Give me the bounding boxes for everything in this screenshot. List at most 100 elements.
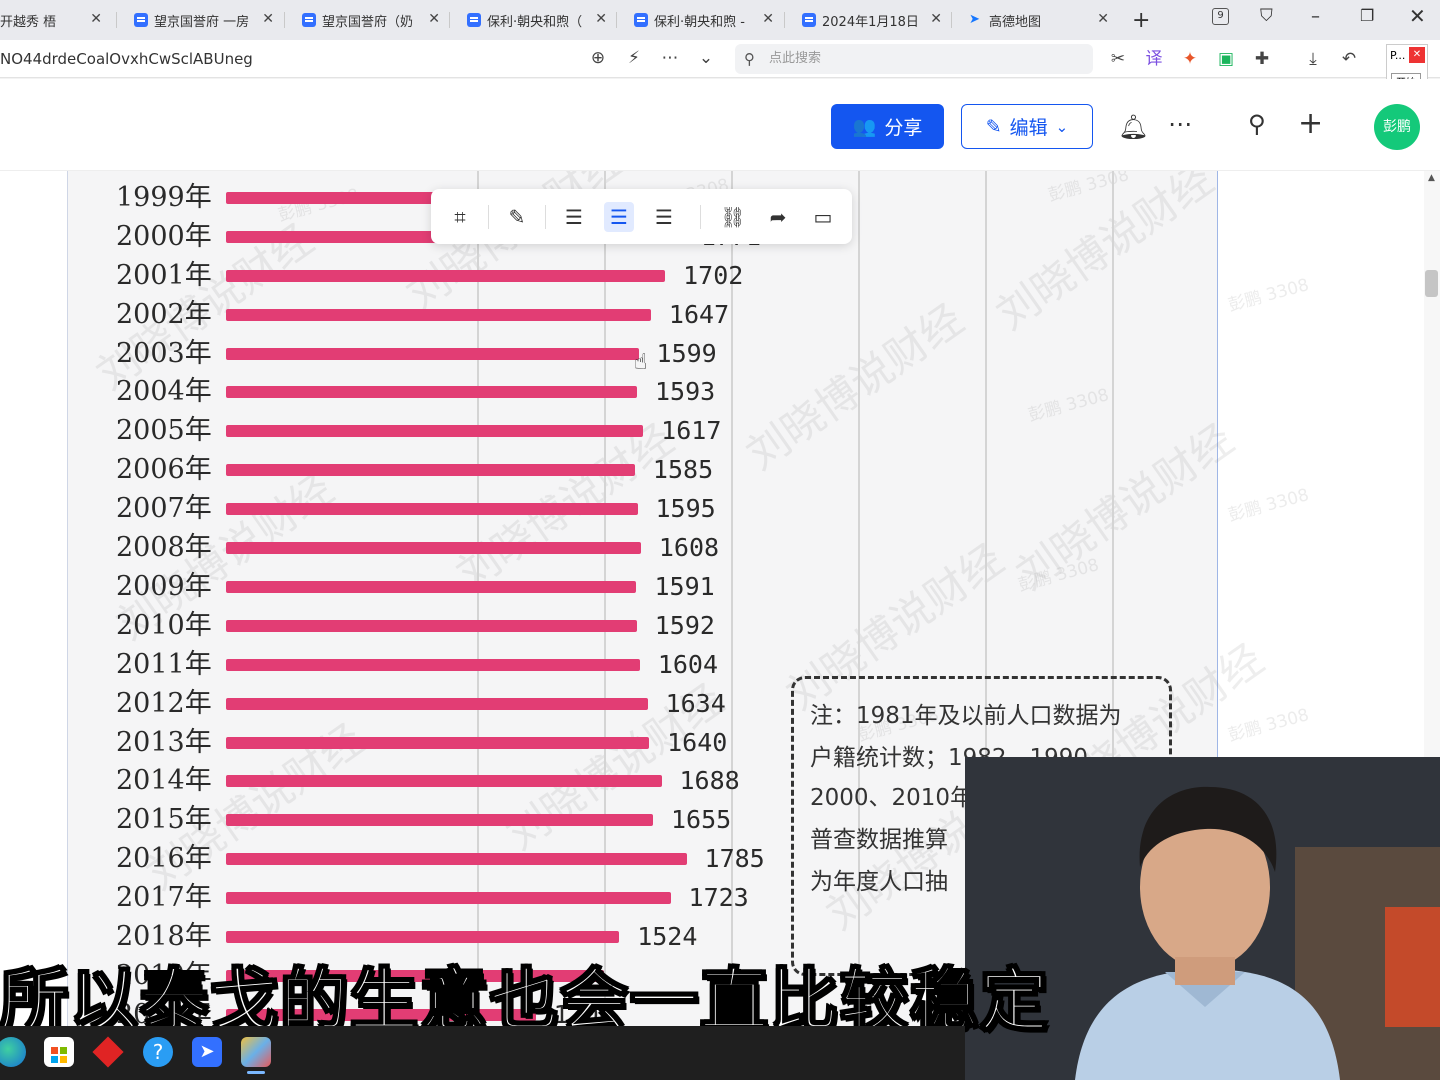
toolbar-separator — [488, 205, 489, 229]
browser-tab[interactable]: 保利·朝央和煦（ ✕ — [455, 4, 615, 36]
bar-value-label: 1595 — [655, 494, 716, 524]
translate-icon[interactable]: 译 — [1142, 47, 1166, 71]
app-red-icon[interactable] — [92, 1036, 124, 1068]
y-tick-label: 2004年 — [116, 376, 212, 408]
map-icon: ➤ — [969, 12, 980, 27]
store-icon[interactable] — [44, 1037, 74, 1067]
feishu-icon[interactable]: ➤ — [192, 1037, 222, 1067]
align-right-icon[interactable]: ☰ — [649, 202, 679, 232]
chevron-down-icon: ⌄ — [1055, 117, 1069, 136]
doc-icon — [634, 13, 648, 27]
more-icon[interactable]: ⋯ — [658, 46, 682, 70]
y-tick-label: 2005年 — [116, 415, 212, 447]
restore-icon[interactable]: ❐ — [1360, 6, 1374, 25]
game-icon[interactable]: ✦ — [1178, 47, 1202, 71]
doc-search-icon[interactable]: ⚲ — [1248, 110, 1266, 138]
share-label: 分享 — [884, 117, 923, 139]
zoom-icon[interactable]: ⊕ — [586, 46, 610, 70]
tab-label: 高德地图 — [989, 14, 1042, 30]
y-tick-label: 2000年 — [116, 220, 212, 252]
help-icon[interactable]: ? — [143, 1037, 173, 1067]
bar-value-label: 1785 — [704, 844, 765, 874]
pen-icon: ✎ — [985, 115, 1002, 138]
bar-value-label: 1604 — [657, 649, 719, 679]
browser-tab[interactable]: ➤ 高德地图 ✕ — [957, 4, 1117, 36]
paint-app-icon[interactable] — [241, 1037, 271, 1067]
toolbar-separator — [545, 205, 546, 229]
minimize-icon[interactable]: – — [1311, 6, 1320, 27]
doc-header — [0, 79, 1440, 171]
tab-label: 望京国誉府（奶 — [322, 14, 414, 30]
bell-icon[interactable]: 🔔︎ — [1118, 113, 1148, 141]
y-tick-label: 2002年 — [116, 298, 212, 330]
close-tab-icon[interactable]: ✕ — [262, 11, 274, 27]
crop-icon[interactable]: ⌗ — [445, 202, 475, 232]
share-button[interactable]: 👥 分享 — [831, 104, 944, 149]
link-icon[interactable]: ⛓ — [718, 202, 748, 232]
browser-tab[interactable]: 开越秀 梧桐星 ✕ — [0, 4, 110, 36]
chart-bar — [226, 892, 671, 905]
scissors-icon[interactable]: ✂ — [1106, 47, 1130, 71]
chart-bar — [226, 542, 641, 554]
users-icon: 👥 — [852, 116, 877, 138]
url-field[interactable]: NO44drdeCoalOvxhCwSclABUneg — [0, 44, 725, 74]
scroll-thumb[interactable] — [1425, 270, 1438, 297]
browser-tab[interactable]: 望京国誉府（奶 ✕ — [290, 4, 448, 36]
tab-label: 保利·朝央和煦（ — [487, 14, 583, 30]
y-tick-label: 2009年 — [116, 570, 212, 602]
bar-value-label: 1655 — [670, 805, 732, 835]
chart-bar — [226, 814, 653, 827]
more-options-icon[interactable]: ⋯ — [1168, 110, 1192, 138]
tab-label: 保利·朝央和煦 - — [654, 14, 745, 30]
chart-bar — [226, 308, 651, 321]
close-tab-icon[interactable]: ✕ — [762, 11, 774, 27]
active-app-indicator — [247, 1071, 265, 1074]
align-center-icon[interactable]: ☰ — [604, 202, 634, 232]
add-icon[interactable]: + — [1298, 106, 1323, 141]
reader-icon[interactable]: ▣ — [1214, 47, 1238, 71]
y-tick-label: 2016年 — [116, 843, 212, 875]
close-tab-icon[interactable]: ✕ — [930, 11, 942, 27]
tab-label: 望京国誉府 一房 — [154, 14, 250, 30]
close-window-icon[interactable]: ✕ — [1409, 4, 1426, 28]
download-icon[interactable]: ⤓ — [1301, 47, 1325, 71]
doc-icon — [302, 13, 316, 27]
shirt-icon[interactable]: ⛉ — [1260, 6, 1273, 26]
close-tab-icon[interactable]: ✕ — [595, 11, 607, 27]
browser-tab[interactable]: 望京国誉府 一房 ✕ — [122, 4, 282, 36]
edit-image-icon[interactable]: ✎ — [502, 202, 532, 232]
share-arrow-icon[interactable]: ➦ — [763, 202, 793, 232]
close-tab-icon[interactable]: ✕ — [428, 11, 440, 27]
y-tick-label: 2017年 — [116, 882, 212, 914]
comment-icon[interactable]: ▭ — [808, 202, 838, 232]
new-tab-button[interactable]: + — [1132, 8, 1150, 33]
extensions-icon[interactable]: ✚ — [1250, 47, 1274, 71]
y-tick-label: 2003年 — [116, 337, 212, 369]
chevron-down-icon[interactable]: ⌄ — [694, 46, 718, 70]
bar-value-label: 1617 — [661, 416, 722, 446]
chart-note-line: 普查数据推算 — [810, 827, 948, 853]
chart-bar — [226, 425, 644, 438]
chart-bar — [226, 464, 635, 477]
lightning-icon[interactable]: ⚡ — [622, 46, 646, 70]
undo-icon[interactable]: ↶ — [1337, 47, 1361, 71]
hand-cursor-icon: ☝ — [634, 350, 648, 375]
scroll-up-icon[interactable]: ▲ — [1428, 173, 1435, 183]
search-icon: ⚲ — [744, 50, 755, 68]
align-left-icon[interactable]: ☰ — [559, 202, 589, 232]
close-tab-icon[interactable]: ✕ — [90, 11, 102, 27]
y-tick-label: 2014年 — [116, 765, 212, 797]
tab-separator — [951, 12, 952, 28]
edit-button[interactable]: ✎ 编辑 ⌄ — [961, 104, 1093, 149]
edit-label: 编辑 — [1009, 117, 1048, 139]
tab-count-icon[interactable]: 9 — [1212, 8, 1229, 25]
close-tab-icon[interactable]: ✕ — [1097, 11, 1109, 27]
chart-bar — [226, 658, 640, 671]
bar-value-label: 1592 — [654, 610, 715, 640]
popup-close-icon[interactable]: ✕ — [1409, 47, 1425, 63]
avatar[interactable]: 彭鹏 — [1374, 104, 1420, 150]
browser-tab[interactable]: 2024年1月18日 ✕ — [790, 4, 950, 36]
y-tick-label: 2012年 — [116, 687, 212, 719]
browser-tab[interactable]: 保利·朝央和煦 - ✕ — [622, 4, 782, 36]
search-input[interactable]: ⚲ 点此搜索 — [735, 44, 1093, 74]
